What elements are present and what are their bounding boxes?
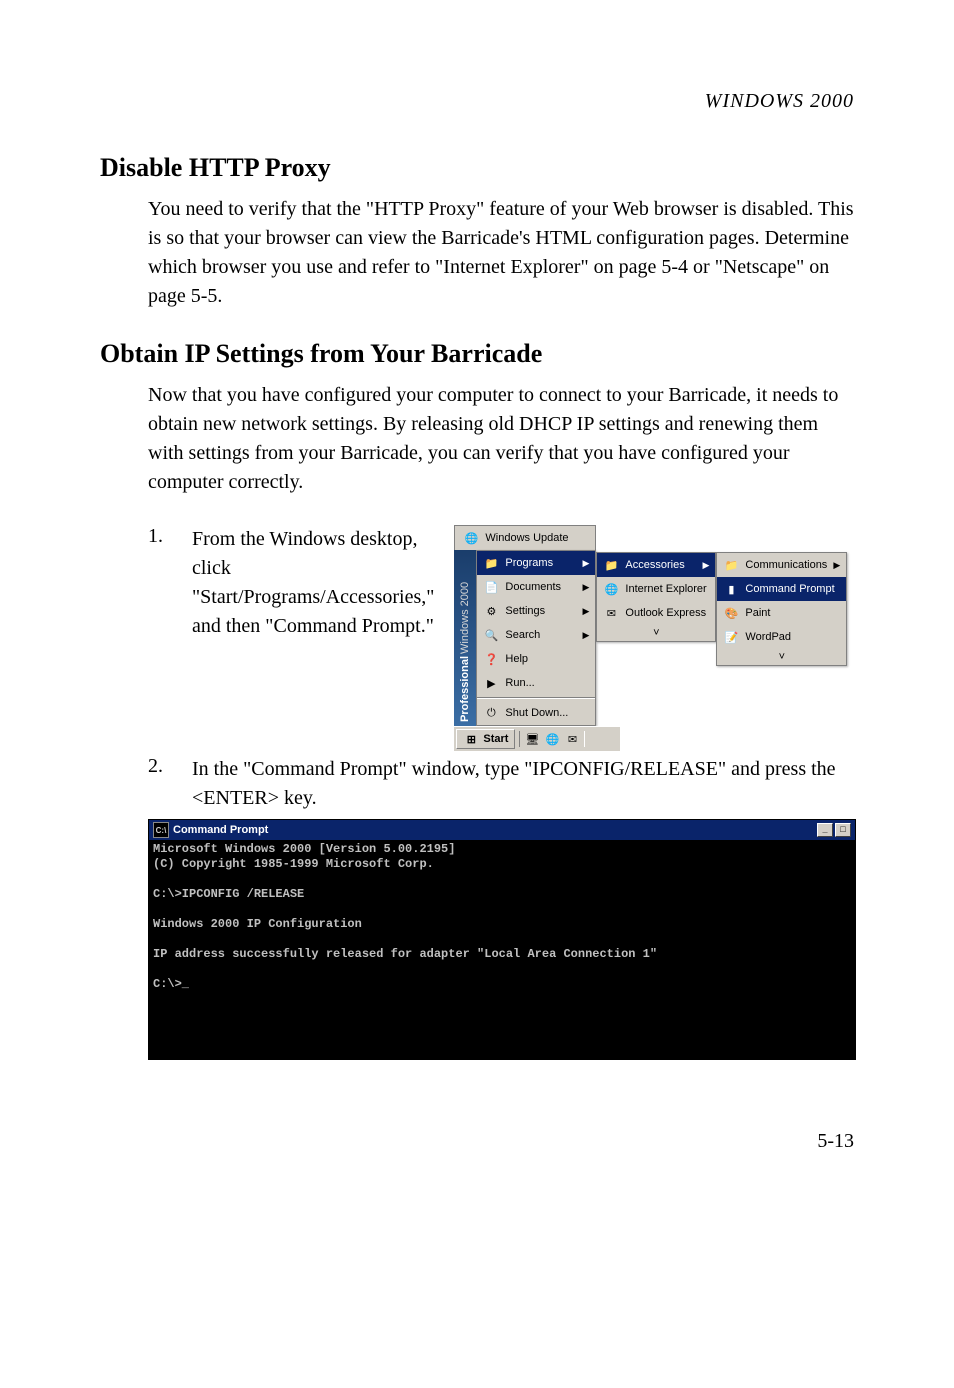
chevron-right-icon: ▶ [702,560,709,571]
chevron-right-icon: ▶ [582,630,589,641]
document-page: WINDOWS 2000 Disable HTTP Proxy You need… [0,0,954,1193]
menu-item-programs[interactable]: 📁 Programs ▶ [477,551,595,575]
shutdown-icon: ⏻ [483,705,499,721]
minimize-button[interactable]: _ [817,823,833,837]
help-icon: ❓ [483,651,499,667]
start-button[interactable]: ⊞ Start [456,729,515,749]
cmd-titlebar: C:\ Command Prompt _ □ [149,820,855,840]
submenu-accessories[interactable]: 📁 Accessories ▶ [597,553,715,577]
menu-item-help[interactable]: ❓ Help [477,647,595,671]
search-icon: 🔍 [483,627,499,643]
cmd-icon: ▮ [723,581,739,597]
section-heading-proxy: Disable HTTP Proxy [100,153,854,183]
step-number: 1. [148,525,172,751]
section-heading-ip: Obtain IP Settings from Your Barricade [100,339,854,369]
cmd-icon: C:\ [153,822,169,838]
start-menu-main: 📁 Programs ▶ 📄 Documents ▶ [476,550,596,726]
menu-item-settings[interactable]: ⚙ Settings ▶ [477,599,595,623]
submenu-paint[interactable]: 🎨 Paint [717,601,846,625]
step-number: 2. [148,755,172,813]
page-header: WINDOWS 2000 [100,90,854,113]
wordpad-icon: 📝 [723,629,739,645]
submenu-communications[interactable]: 📁 Communications ▶ [717,553,846,577]
step-text: In the "Command Prompt" window, type "IP… [192,755,854,813]
folder-icon: 📁 [723,557,739,573]
chevron-right-icon: ▶ [582,582,589,593]
paint-icon: 🎨 [723,605,739,621]
submenu-command-prompt[interactable]: ▮ Command Prompt [717,577,846,601]
chevron-right-icon: ▶ [582,558,589,569]
command-prompt-window: C:\ Command Prompt _ □ Microsoft Windows… [148,819,856,1060]
menu-item-shutdown[interactable]: ⏻ Shut Down... [477,701,595,725]
programs-submenu: 📁 Accessories ▶ 🌐 Internet Explorer ✉ Ou… [596,552,716,642]
ie-icon[interactable]: 🌐 [544,731,560,747]
start-menu-screenshot: 🌐 Windows Update ProfessionalWindows 200… [454,525,854,751]
cmd-title-text: Command Prompt [173,824,817,836]
outlook-icon: ✉ [603,605,619,621]
step-text: From the Windows desktop, click "Start/P… [192,525,434,751]
programs-icon: 📁 [483,555,499,571]
submenu-wordpad[interactable]: 📝 WordPad [717,625,846,649]
desktop-icon[interactable]: 🖥 [524,731,540,747]
expand-chevron[interactable]: ˅ [717,649,846,665]
menu-item-documents[interactable]: 📄 Documents ▶ [477,575,595,599]
accessories-submenu: 📁 Communications ▶ ▮ Command Prompt 🎨 Pa… [716,552,847,666]
folder-icon: 📁 [603,557,619,573]
taskbar: ⊞ Start 🖥 🌐 ✉ [454,726,620,751]
windows-icon: ⊞ [463,731,479,747]
start-menu-banner: ProfessionalWindows 2000 [454,550,476,726]
expand-chevron[interactable]: ˅ [597,625,715,641]
quick-launch: 🖥 🌐 ✉ [519,731,585,747]
submenu-outlook[interactable]: ✉ Outlook Express [597,601,715,625]
globe-icon: 🌐 [463,530,479,546]
windows-update-item[interactable]: 🌐 Windows Update [454,525,596,550]
submenu-ie[interactable]: 🌐 Internet Explorer [597,577,715,601]
documents-icon: 📄 [483,579,499,595]
chevron-right-icon: ▶ [582,606,589,617]
run-icon: ▶ [483,675,499,691]
outlook-icon[interactable]: ✉ [564,731,580,747]
maximize-button[interactable]: □ [835,823,851,837]
chevron-right-icon: ▶ [833,560,840,571]
cmd-output: Microsoft Windows 2000 [Version 5.00.219… [149,840,855,1059]
menu-item-search[interactable]: 🔍 Search ▶ [477,623,595,647]
windows-update-label: Windows Update [485,532,568,544]
ie-icon: 🌐 [603,581,619,597]
menu-separator [477,697,595,699]
settings-icon: ⚙ [483,603,499,619]
menu-item-run[interactable]: ▶ Run... [477,671,595,695]
paragraph-proxy: You need to verify that the "HTTP Proxy"… [148,195,854,311]
paragraph-ip: Now that you have configured your comput… [148,381,854,497]
page-number: 5-13 [100,1130,854,1153]
